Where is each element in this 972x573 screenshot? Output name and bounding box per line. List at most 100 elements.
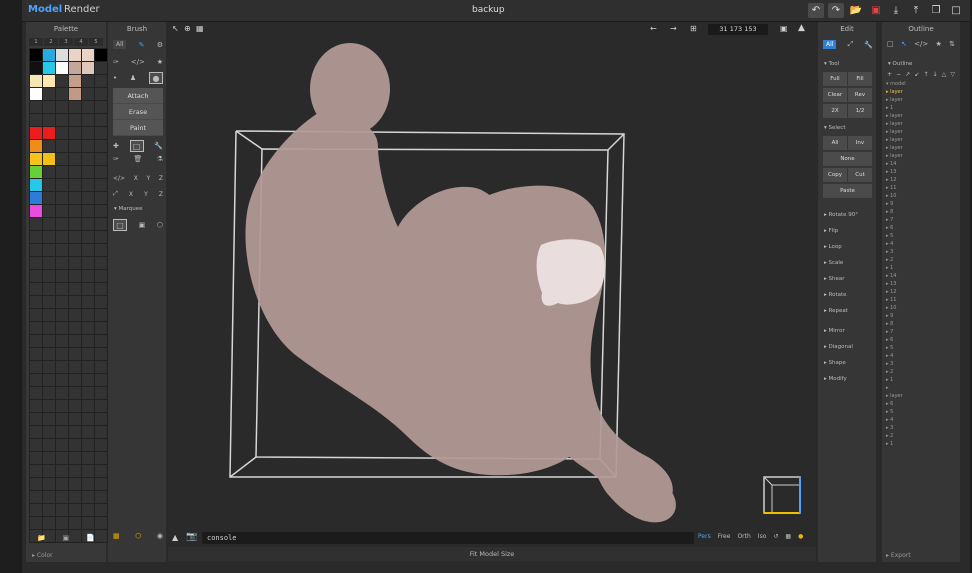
outline-item[interactable]: ▸ layer (886, 88, 956, 96)
palette-swatch[interactable] (82, 114, 94, 126)
outline-item[interactable]: ▸ 5 (886, 344, 956, 352)
palette-swatch[interactable] (82, 335, 94, 347)
palette-swatch[interactable] (95, 62, 107, 74)
outline-item[interactable]: ▸ 10 (886, 192, 956, 200)
view-iso-button[interactable]: Iso (758, 533, 767, 540)
palette-swatch[interactable] (30, 179, 42, 191)
palette-swatch[interactable] (95, 413, 107, 425)
palette-swatch[interactable] (30, 426, 42, 438)
edit-menu-item[interactable]: ▸ Loop (824, 244, 842, 250)
palette-tab[interactable]: 1 (29, 38, 43, 46)
palette-swatch[interactable] (56, 361, 68, 373)
palette-swatch[interactable] (82, 283, 94, 295)
palette-swatch[interactable] (43, 218, 55, 230)
palette-swatch[interactable] (43, 517, 55, 529)
palette-swatch[interactable] (95, 101, 107, 113)
frame-icon[interactable]: ▣ (780, 24, 788, 33)
palette-swatch[interactable] (56, 127, 68, 139)
palette-swatch[interactable] (30, 374, 42, 386)
palette-swatch[interactable] (95, 127, 107, 139)
edit-menu-item[interactable]: ▸ Flip (824, 228, 838, 234)
select-all-button[interactable]: All (823, 136, 847, 150)
select-section[interactable]: ▾ Select (824, 125, 845, 131)
outline-item[interactable]: ▸ 10 (886, 304, 956, 312)
outline-item[interactable]: ▸ layer (886, 120, 956, 128)
palette-swatch[interactable] (82, 179, 94, 191)
palette-swatch[interactable] (43, 335, 55, 347)
palette-swatch[interactable] (56, 296, 68, 308)
palette-swatch[interactable] (82, 465, 94, 477)
edit-menu-item[interactable]: ▸ Diagonal (824, 344, 853, 350)
mirror-z-toggle[interactable]: Z (159, 175, 163, 182)
outline-unlink-icon[interactable]: ↙ (914, 71, 919, 78)
code-icon[interactable]: </> (131, 58, 145, 66)
outline-item[interactable]: ▸ 11 (886, 296, 956, 304)
outline-link-icon[interactable]: ↗ (905, 71, 910, 78)
tool-2x-button[interactable]: 2X (823, 104, 847, 118)
palette-swatch[interactable] (56, 478, 68, 490)
palette-swatch[interactable] (43, 192, 55, 204)
palette-swatch[interactable] (95, 231, 107, 243)
grid-view-icon[interactable]: ▦ (113, 532, 120, 540)
outline-item[interactable]: ▸ 7 (886, 328, 956, 336)
outline-item[interactable]: ▸ (886, 384, 956, 392)
settings-gear-icon[interactable]: ⚙ (157, 41, 163, 49)
palette-swatch[interactable] (30, 478, 42, 490)
palette-swatch[interactable] (95, 283, 107, 295)
palette-swatch[interactable] (30, 257, 42, 269)
triangle-up-toggle-icon[interactable]: ▲ (172, 533, 178, 542)
palette-swatch[interactable] (82, 322, 94, 334)
mode-tab-model[interactable]: Model (28, 4, 62, 15)
palette-swatch[interactable] (82, 361, 94, 373)
palette-swatch[interactable] (95, 439, 107, 451)
outline-item[interactable]: ▸ 4 (886, 352, 956, 360)
palette-swatch[interactable] (56, 348, 68, 360)
edit-menu-item[interactable]: ▸ Shear (824, 276, 845, 282)
outline-item[interactable]: ▸ layer (886, 128, 956, 136)
outline-item[interactable]: ▸ layer (886, 152, 956, 160)
palette-swatch[interactable] (95, 465, 107, 477)
outline-item[interactable]: ▸ 7 (886, 216, 956, 224)
palette-swatch[interactable] (69, 426, 81, 438)
palette-swatch[interactable] (43, 400, 55, 412)
palette-swatch[interactable] (69, 296, 81, 308)
trash-icon[interactable]: 🗑 (133, 155, 142, 163)
brush-all-filter[interactable]: All (113, 40, 127, 49)
palette-swatch[interactable] (95, 504, 107, 516)
palette-swatch[interactable] (56, 101, 68, 113)
edit-menu-item[interactable]: ▸ Mirror (824, 328, 845, 334)
eyedropper-icon[interactable]: ✑ (113, 155, 119, 163)
palette-swatch[interactable] (30, 166, 42, 178)
outline-item[interactable]: ▸ 13 (886, 280, 956, 288)
palette-swatch[interactable] (43, 387, 55, 399)
palette-swatch[interactable] (43, 296, 55, 308)
palette-swatch[interactable] (56, 205, 68, 217)
palette-swatch[interactable] (82, 153, 94, 165)
palette-swatch[interactable] (95, 309, 107, 321)
palette-swatch[interactable] (69, 101, 81, 113)
palette-swatch[interactable] (69, 348, 81, 360)
palette-swatch[interactable] (30, 270, 42, 282)
palette-swatch[interactable] (30, 517, 42, 529)
cube-view-icon[interactable]: ⬡ (135, 532, 141, 540)
palette-swatch[interactable] (95, 296, 107, 308)
palette-swatch[interactable] (82, 517, 94, 529)
marquee-rect-icon[interactable]: □ (113, 219, 127, 231)
palette-swatch[interactable] (82, 140, 94, 152)
palette-swatch[interactable] (56, 283, 68, 295)
palette-swatch[interactable] (56, 491, 68, 503)
palette-swatch[interactable] (43, 413, 55, 425)
palette-swatch[interactable] (56, 166, 68, 178)
palette-swatch[interactable] (30, 205, 42, 217)
palette-swatch[interactable] (69, 179, 81, 191)
pencil-icon[interactable]: ✑ (113, 58, 119, 66)
outline-item[interactable]: ▾ model (886, 80, 956, 88)
palette-swatch[interactable] (30, 504, 42, 516)
erase-button[interactable]: Erase (113, 104, 163, 120)
arrow-right-icon[interactable]: → (670, 24, 677, 33)
palette-swatch[interactable] (56, 140, 68, 152)
palette-swatch[interactable] (69, 192, 81, 204)
palette-swatch[interactable] (69, 452, 81, 464)
palette-swatch[interactable] (95, 452, 107, 464)
palette-swatch[interactable] (30, 192, 42, 204)
